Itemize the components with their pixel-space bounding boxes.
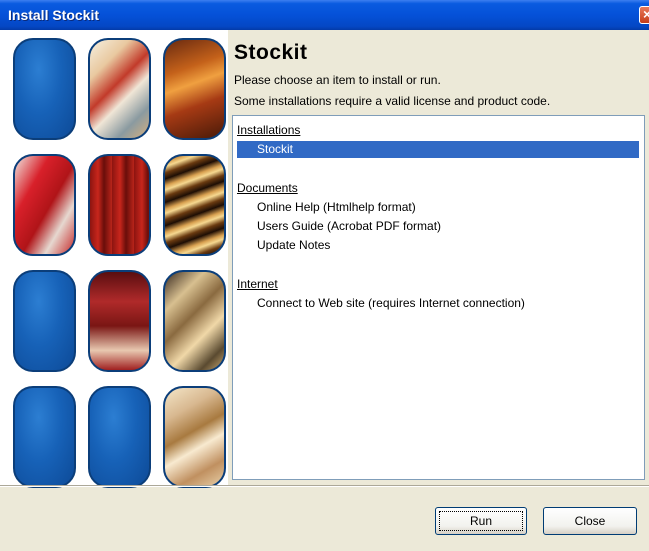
bottom-divider [0, 485, 649, 487]
photo-panel-tile [163, 154, 226, 256]
title-bar[interactable]: Install Stockit × [0, 0, 649, 30]
close-icon: × [643, 6, 649, 22]
list-item-update-notes[interactable]: Update Notes [257, 237, 330, 254]
photo-panel-tile [163, 386, 226, 488]
list-item-stockit[interactable]: Stockit [237, 141, 639, 158]
photo-panel-tile [163, 270, 226, 372]
group-documents: Documents [237, 181, 298, 195]
blue-panel-tile [13, 386, 76, 488]
photo-panel-tile [13, 154, 76, 256]
group-installations: Installations [237, 123, 301, 137]
blue-panel-tile [13, 270, 76, 372]
instruction-text: Please choose an item to install or run. [234, 73, 441, 87]
photo-panel-tile [88, 38, 151, 140]
window-title: Install Stockit [8, 7, 100, 23]
window-close-button[interactable]: × [639, 6, 649, 24]
close-button[interactable]: Close [543, 507, 637, 535]
focus-rectangle [439, 511, 523, 531]
blue-panel-tile [13, 38, 76, 140]
blue-panel-tile [88, 386, 151, 488]
list-item-online-help[interactable]: Online Help (Htmlhelp format) [257, 199, 416, 216]
list-item-users-guide[interactable]: Users Guide (Acrobat PDF format) [257, 218, 441, 235]
photo-panel-tile [88, 270, 151, 372]
close-button-label: Close [574, 514, 606, 528]
decorative-tile-panel [0, 30, 228, 488]
group-internet: Internet [237, 277, 278, 291]
license-note-text: Some installations require a valid licen… [234, 94, 551, 108]
list-item-connect-website[interactable]: Connect to Web site (requires Internet c… [257, 295, 525, 312]
photo-panel-tile [163, 38, 226, 140]
run-button[interactable]: Run [435, 507, 527, 535]
photo-panel-tile [88, 154, 151, 256]
product-heading: Stockit [234, 41, 308, 64]
install-items-listbox[interactable]: Installations Stockit Documents Online H… [232, 115, 645, 480]
